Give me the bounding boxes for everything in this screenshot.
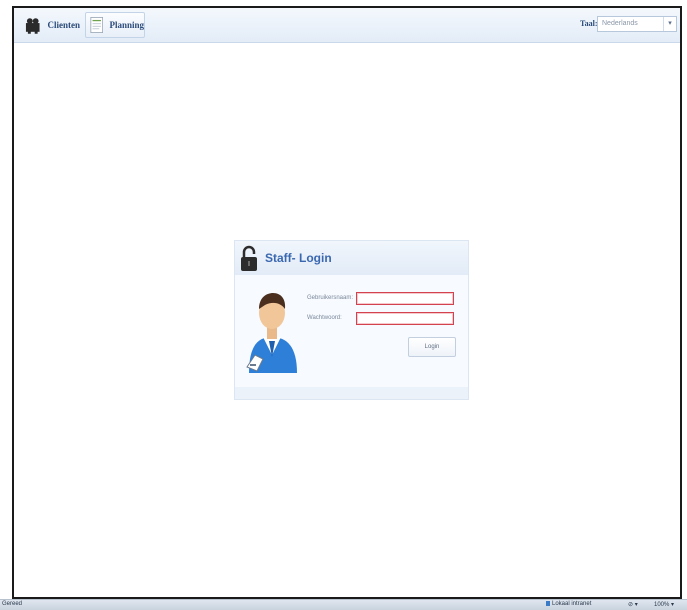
username-input[interactable] xyxy=(356,292,454,305)
planning-button[interactable]: Planning xyxy=(85,12,145,38)
login-header: Staff- Login xyxy=(235,241,468,275)
padlock-icon xyxy=(241,245,257,271)
zoom-level-dropdown[interactable]: 100% ▾ xyxy=(654,601,674,608)
login-title: Staff- Login xyxy=(265,251,332,265)
username-label: Gebruikersnaam: xyxy=(307,295,354,301)
security-zone-label: Lokaal intranet xyxy=(552,601,592,607)
document-icon xyxy=(90,16,104,34)
login-panel: Staff- Login Gebruikersnaam: Wachtwoord: xyxy=(234,240,469,400)
top-toolbar: Clienten Planning Taal: Nederlands ▾ xyxy=(14,8,680,43)
status-text: Gereed xyxy=(2,601,23,607)
people-icon xyxy=(25,18,40,34)
chevron-down-icon[interactable]: ▾ xyxy=(663,17,676,31)
security-zone: Lokaal intranet xyxy=(546,601,591,607)
intranet-zone-icon xyxy=(546,601,550,606)
language-label: Taal: xyxy=(580,19,598,28)
user-avatar-icon xyxy=(246,293,297,373)
clienten-button[interactable]: Clienten xyxy=(20,12,80,38)
password-input[interactable] xyxy=(356,312,454,325)
login-form: Gebruikersnaam: Wachtwoord: Login xyxy=(235,275,468,387)
language-select[interactable]: Nederlands ▾ xyxy=(597,16,677,32)
login-button[interactable]: Login xyxy=(408,337,456,357)
password-label: Wachtwoord: xyxy=(307,315,342,321)
protected-mode-toggle[interactable]: ⊘ ▾ xyxy=(628,601,638,608)
status-bar: Gereed Lokaal intranet ⊘ ▾ 100% ▾ xyxy=(0,599,687,610)
language-select-value: Nederlands xyxy=(602,20,638,27)
clienten-label: Clienten xyxy=(47,20,81,30)
planning-label: Planning xyxy=(109,20,144,30)
browser-content-frame: Clienten Planning Taal: Nederlands ▾ Sta… xyxy=(12,6,682,599)
